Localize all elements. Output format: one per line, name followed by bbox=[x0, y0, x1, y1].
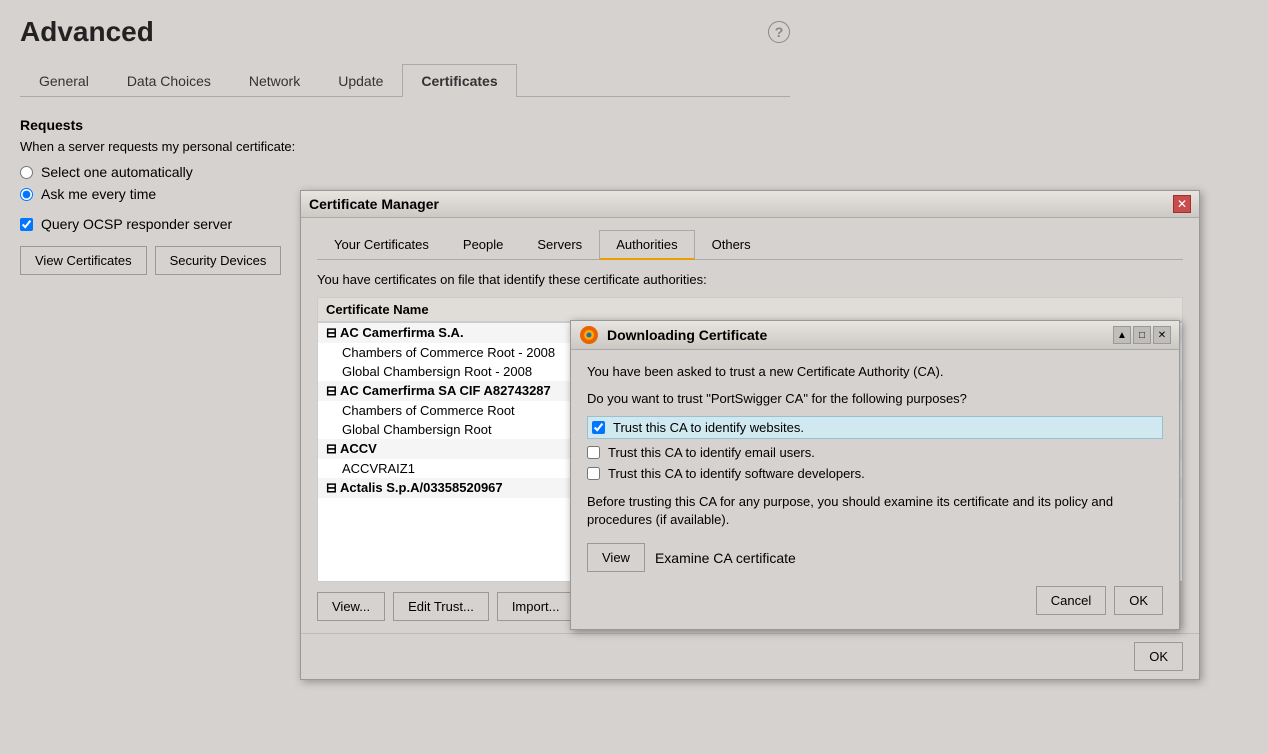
trust-websites-label: Trust this CA to identify websites. bbox=[613, 420, 804, 435]
cert-table-header: Certificate Name bbox=[317, 297, 1183, 322]
download-cert-dialog: Downloading Certificate ▲ □ ✕ You have b… bbox=[570, 320, 1180, 630]
trust-email-checkbox[interactable] bbox=[587, 446, 600, 459]
download-cert-window-controls: ▲ □ ✕ bbox=[1113, 326, 1171, 344]
trust-software-label: Trust this CA to identify software devel… bbox=[608, 466, 865, 481]
cert-tab-people[interactable]: People bbox=[446, 230, 520, 260]
cert-manager-ok-row: OK bbox=[301, 633, 1199, 679]
view-cert-row: View Examine CA certificate bbox=[587, 543, 1163, 572]
ocsp-label: Query OCSP responder server bbox=[41, 216, 232, 232]
radio-select-auto-row: Select one automatically bbox=[20, 164, 790, 180]
firefox-icon bbox=[579, 325, 599, 345]
security-devices-button[interactable]: Security Devices bbox=[155, 246, 282, 275]
help-icon[interactable]: ? bbox=[768, 21, 790, 43]
page-title-bar: Advanced ? bbox=[20, 16, 790, 48]
download-question-text: Do you want to trust "PortSwigger CA" fo… bbox=[587, 391, 1163, 406]
radio-select-auto-label: Select one automatically bbox=[41, 164, 193, 180]
cert-edit-trust-button[interactable]: Edit Trust... bbox=[393, 592, 489, 621]
radio-select-auto[interactable] bbox=[20, 166, 33, 179]
cert-view-button[interactable]: View... bbox=[317, 592, 385, 621]
cert-import-button[interactable]: Import... bbox=[497, 592, 575, 621]
ocsp-checkbox[interactable] bbox=[20, 218, 33, 231]
tab-certificates[interactable]: Certificates bbox=[402, 64, 516, 97]
tab-data-choices[interactable]: Data Choices bbox=[108, 64, 230, 97]
main-tabs-bar: General Data Choices Network Update Cert… bbox=[20, 64, 790, 97]
radio-ask-every[interactable] bbox=[20, 188, 33, 201]
download-ask-text: You have been asked to trust a new Certi… bbox=[587, 364, 1163, 379]
view-certificates-button[interactable]: View Certificates bbox=[20, 246, 147, 275]
trust-software-checkbox[interactable] bbox=[587, 467, 600, 480]
trust-option-websites-row: Trust this CA to identify websites. bbox=[587, 416, 1163, 439]
cert-tabs-bar: Your Certificates People Servers Authori… bbox=[317, 230, 1183, 260]
page-title: Advanced bbox=[20, 16, 154, 48]
download-cert-body: You have been asked to trust a new Certi… bbox=[571, 350, 1179, 629]
trust-websites-checkbox[interactable] bbox=[592, 421, 605, 434]
cert-tab-others[interactable]: Others bbox=[695, 230, 768, 260]
cert-tab-your-certificates[interactable]: Your Certificates bbox=[317, 230, 446, 260]
view-cert-button[interactable]: View bbox=[587, 543, 645, 572]
download-cert-close-button[interactable]: ✕ bbox=[1153, 326, 1171, 344]
download-cert-buttons: Cancel OK bbox=[587, 586, 1163, 615]
cert-manager-ok-button[interactable]: OK bbox=[1134, 642, 1183, 671]
cert-description: You have certificates on file that ident… bbox=[317, 272, 1183, 287]
cert-manager-title: Certificate Manager bbox=[309, 196, 439, 212]
trust-email-label: Trust this CA to identify email users. bbox=[608, 445, 815, 460]
cert-tab-servers[interactable]: Servers bbox=[520, 230, 599, 260]
download-title-left: Downloading Certificate bbox=[579, 325, 767, 345]
requests-title: Requests bbox=[20, 117, 790, 133]
cert-manager-titlebar: Certificate Manager ✕ bbox=[301, 191, 1199, 218]
download-cert-title: Downloading Certificate bbox=[607, 327, 767, 343]
download-cert-minimize-button[interactable]: ▲ bbox=[1113, 326, 1131, 344]
tab-update[interactable]: Update bbox=[319, 64, 402, 97]
view-cert-label: Examine CA certificate bbox=[655, 550, 796, 566]
download-cancel-button[interactable]: Cancel bbox=[1036, 586, 1106, 615]
download-ok-button[interactable]: OK bbox=[1114, 586, 1163, 615]
trust-option-email-row: Trust this CA to identify email users. bbox=[587, 445, 1163, 460]
download-cert-maximize-button[interactable]: □ bbox=[1133, 326, 1151, 344]
trust-notice-text: Before trusting this CA for any purpose,… bbox=[587, 493, 1163, 529]
radio-ask-every-label: Ask me every time bbox=[41, 186, 156, 202]
download-cert-titlebar: Downloading Certificate ▲ □ ✕ bbox=[571, 321, 1179, 350]
requests-subtitle: When a server requests my personal certi… bbox=[20, 139, 790, 154]
tab-network[interactable]: Network bbox=[230, 64, 319, 97]
tab-general[interactable]: General bbox=[20, 64, 108, 97]
cert-manager-close-button[interactable]: ✕ bbox=[1173, 195, 1191, 213]
cert-tab-authorities[interactable]: Authorities bbox=[599, 230, 694, 260]
cert-column-name: Certificate Name bbox=[326, 302, 429, 317]
trust-option-software-row: Trust this CA to identify software devel… bbox=[587, 466, 1163, 481]
